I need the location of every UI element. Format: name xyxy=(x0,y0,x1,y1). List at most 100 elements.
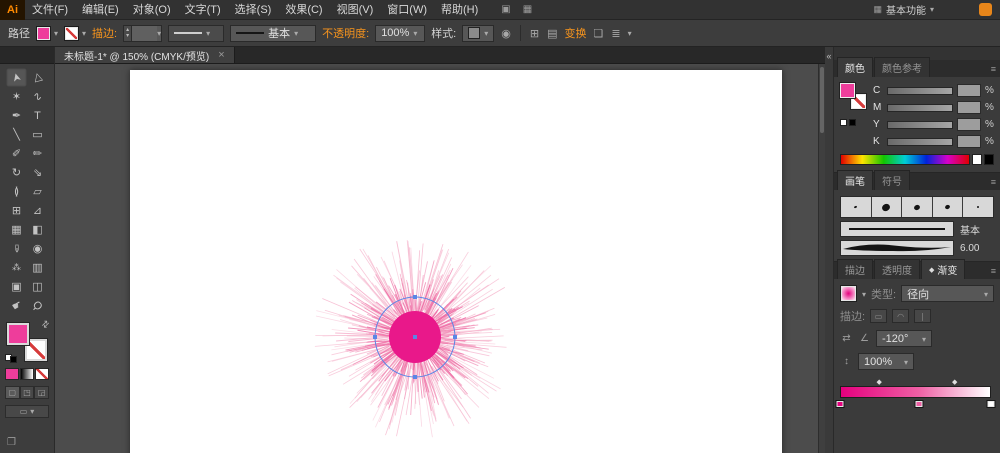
gradient-thumbnail[interactable] xyxy=(840,285,857,302)
tool-magic-wand[interactable]: ✶ xyxy=(6,87,27,106)
tool-blend[interactable]: ◉ xyxy=(27,239,48,258)
fill-proxy[interactable] xyxy=(7,323,29,345)
workspace-switcher[interactable]: ▦ 基本功能 xyxy=(873,2,934,17)
tool-slice[interactable]: ◫ xyxy=(27,277,48,296)
slider-value-c[interactable] xyxy=(957,84,981,97)
document-tab[interactable]: 未标题-1* @ 150% (CMYK/预览) × xyxy=(55,47,235,63)
tool-selection[interactable]: ➤ xyxy=(6,68,27,87)
fill-proxy[interactable] xyxy=(840,83,855,98)
close-icon[interactable]: × xyxy=(218,50,224,60)
gradient-midpoint-1[interactable]: ◆ xyxy=(877,378,882,386)
gradient-stop-1[interactable] xyxy=(836,400,845,408)
stroke-swatch-caret-icon[interactable] xyxy=(82,27,86,39)
draw-normal-button[interactable] xyxy=(5,386,20,399)
tool-rectangle[interactable]: ▭ xyxy=(27,125,48,144)
swap-fill-stroke-icon[interactable] xyxy=(40,318,53,331)
panel-tab-symbols[interactable]: 符号 xyxy=(874,170,910,190)
app-logo[interactable]: Ai xyxy=(0,0,25,20)
stroke-weight-stepper[interactable]: ▴▾ xyxy=(123,25,162,42)
tool-column-graph[interactable]: ▥ xyxy=(27,258,48,277)
menu-item-4[interactable]: 文字(T) xyxy=(178,0,228,20)
slider-value-k[interactable] xyxy=(957,135,981,148)
panel-tab-brushes[interactable]: 画笔 xyxy=(837,170,873,190)
slider-track-y[interactable] xyxy=(887,121,953,129)
panel-tab-color-guide[interactable]: 颜色参考 xyxy=(874,57,930,77)
tool-free-transform[interactable]: ▱ xyxy=(27,182,48,201)
gradient-angle-dropdown[interactable]: -120° xyxy=(876,330,932,347)
arrange-documents-icon[interactable]: ▣ xyxy=(501,4,510,15)
brush-item-calligraphic[interactable]: 6.00 xyxy=(840,240,994,256)
brush-item-basic[interactable]: 基本 xyxy=(840,221,994,237)
tool-mesh[interactable]: ▦ xyxy=(6,220,27,239)
menu-item-7[interactable]: 视图(V) xyxy=(330,0,381,20)
collapse-panel-icon[interactable] xyxy=(0,432,54,453)
slider-track-m[interactable] xyxy=(887,104,953,112)
panel-options-icon[interactable]: ≣ xyxy=(610,27,621,40)
fill-color-swatch[interactable] xyxy=(36,26,51,41)
screen-mode-button[interactable] xyxy=(5,405,49,418)
stroke-across-icon[interactable]: ∣ xyxy=(914,309,931,323)
tool-type[interactable]: T xyxy=(27,106,48,125)
gradient-aspect-dropdown[interactable]: 100% xyxy=(858,353,914,370)
tool-rotate[interactable]: ↻ xyxy=(6,163,27,182)
tool-symbol-sprayer[interactable]: ⁂ xyxy=(6,258,27,277)
fill-stroke-control[interactable] xyxy=(7,323,47,361)
tool-shape-builder[interactable]: ⊞ xyxy=(6,201,27,220)
panel-tab-stroke[interactable]: 描边 xyxy=(837,259,873,279)
brush-item-dot-4[interactable] xyxy=(933,197,964,217)
brush-item-dot-5[interactable] xyxy=(963,197,993,217)
document-setup-icon[interactable]: ▤ xyxy=(546,27,558,40)
slider-value-m[interactable] xyxy=(957,101,981,114)
menu-item-1[interactable]: 文件(F) xyxy=(25,0,75,20)
transform-link[interactable]: 变换 xyxy=(565,25,587,41)
black-white-swatches[interactable] xyxy=(840,119,866,126)
brush-item-dot-2[interactable] xyxy=(872,197,903,217)
panel-menu-icon[interactable] xyxy=(991,177,996,187)
fill-swatch-caret-icon[interactable] xyxy=(54,27,58,39)
menu-item-9[interactable]: 帮助(H) xyxy=(434,0,485,20)
stroke-link[interactable]: 描边: xyxy=(92,25,117,41)
tool-width[interactable]: ≬ xyxy=(6,182,27,201)
tool-eyedropper[interactable]: ✑ xyxy=(6,239,27,258)
stroke-weight-value[interactable] xyxy=(131,26,157,41)
recolor-artwork-icon[interactable]: ◉ xyxy=(500,27,512,40)
stroke-along-icon[interactable]: ◠ xyxy=(892,309,909,323)
tool-line-segment[interactable]: ╲ xyxy=(6,125,27,144)
brush-item-dot-3[interactable] xyxy=(902,197,933,217)
tool-pencil[interactable]: ✏ xyxy=(27,144,48,163)
tool-pen[interactable]: ✒ xyxy=(6,106,27,125)
collapse-dock-icon[interactable] xyxy=(826,51,831,61)
panel-tab-color[interactable]: 颜色 xyxy=(837,57,873,77)
black-swatch[interactable] xyxy=(984,154,994,165)
menu-item-2[interactable]: 编辑(E) xyxy=(75,0,126,20)
color-spectrum[interactable] xyxy=(840,154,970,165)
opacity-dropdown[interactable]: 100% xyxy=(375,25,425,42)
stepper-arrows-icon[interactable]: ▴▾ xyxy=(124,26,131,41)
gradient-stop-3[interactable] xyxy=(987,400,996,408)
screen-layout-icon[interactable]: ▦ xyxy=(523,4,532,15)
panel-tab-transparency[interactable]: 透明度 xyxy=(874,259,920,279)
tool-perspective-grid[interactable]: ⊿ xyxy=(27,201,48,220)
menu-item-3[interactable]: 对象(O) xyxy=(126,0,178,20)
menu-item-6[interactable]: 效果(C) xyxy=(278,0,329,20)
stroke-within-icon[interactable]: ▭ xyxy=(870,309,887,323)
app-badge-icon[interactable] xyxy=(979,3,992,16)
slider-value-y[interactable] xyxy=(957,118,981,131)
gradient-bar[interactable] xyxy=(840,386,991,398)
artwork-flower[interactable] xyxy=(305,227,525,447)
width-profile-dropdown[interactable] xyxy=(168,25,224,42)
panel-tab-gradient[interactable]: ◆渐变 xyxy=(921,259,965,279)
panel-menu-icon[interactable] xyxy=(991,64,996,74)
opacity-link[interactable]: 不透明度: xyxy=(322,25,369,41)
gradient-button[interactable] xyxy=(20,368,34,380)
isolate-icon[interactable]: ❏ xyxy=(593,27,605,40)
scrollbar-thumb[interactable] xyxy=(820,67,824,133)
style-dropdown[interactable] xyxy=(462,25,494,42)
default-fill-stroke-icon[interactable] xyxy=(5,354,17,363)
canvas[interactable] xyxy=(55,64,825,453)
menu-item-8[interactable]: 窗口(W) xyxy=(380,0,434,20)
slider-track-c[interactable] xyxy=(887,87,953,95)
stroke-color-swatch[interactable] xyxy=(64,26,79,41)
align-icon[interactable]: ⊞ xyxy=(529,27,540,40)
tool-gradient[interactable]: ◧ xyxy=(27,220,48,239)
